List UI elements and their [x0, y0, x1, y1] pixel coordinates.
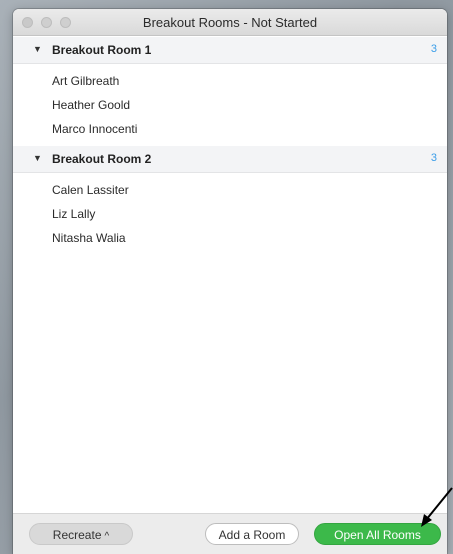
participant-item[interactable]: Marco Innocenti: [13, 117, 447, 141]
participant-item[interactable]: Art Gilbreath: [13, 69, 447, 93]
caret-down-icon[interactable]: ▼: [33, 153, 42, 163]
breakout-rooms-window: Breakout Rooms - Not Started ▼ Breakout …: [13, 9, 447, 554]
participant-item[interactable]: Heather Goold: [13, 93, 447, 117]
recreate-button[interactable]: Recreate ^: [29, 523, 133, 545]
participant-item[interactable]: Nitasha Walia: [13, 226, 447, 250]
chevron-up-icon: ^: [104, 531, 110, 542]
window-title: Breakout Rooms - Not Started: [142, 15, 318, 30]
room-name: Breakout Room 1: [52, 43, 152, 57]
participant-item[interactable]: Liz Lally: [13, 202, 447, 226]
room-members-1: Art Gilbreath Heather Goold Marco Innoce…: [13, 64, 447, 146]
room-name: Breakout Room 2: [52, 152, 152, 166]
recreate-label: Recreate: [52, 528, 102, 542]
footer-bar: Recreate ^ Add a Room Open All Rooms: [13, 513, 447, 554]
room-header-1[interactable]: ▼ Breakout Room 1 3: [13, 37, 447, 64]
participant-item[interactable]: Calen Lassiter: [13, 178, 447, 202]
room-participant-count: 3: [430, 43, 437, 55]
room-members-2: Calen Lassiter Liz Lally Nitasha Walia: [13, 173, 447, 255]
title-bar[interactable]: Breakout Rooms - Not Started: [13, 9, 447, 36]
open-all-rooms-button[interactable]: Open All Rooms: [314, 523, 441, 545]
rooms-list: ▼ Breakout Room 1 3 Art Gilbreath Heathe…: [13, 36, 447, 514]
room-block-1: ▼ Breakout Room 1 3 Art Gilbreath Heathe…: [13, 37, 447, 146]
room-block-2: ▼ Breakout Room 2 3 Calen Lassiter Liz L…: [13, 146, 447, 255]
room-header-2[interactable]: ▼ Breakout Room 2 3: [13, 146, 447, 173]
add-room-button[interactable]: Add a Room: [205, 523, 299, 545]
caret-down-icon[interactable]: ▼: [33, 44, 42, 54]
room-participant-count: 3: [430, 152, 437, 164]
